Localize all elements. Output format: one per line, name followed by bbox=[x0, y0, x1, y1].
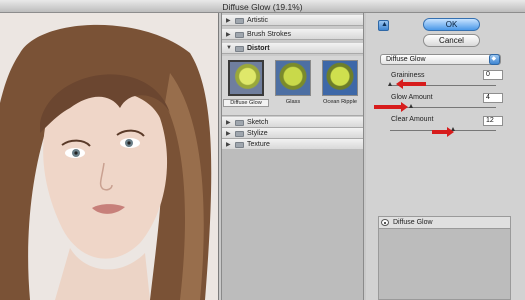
filter-gallery: ▶ Artistic ▶ Brush Strokes ▼ Distort Dif… bbox=[221, 13, 364, 300]
ok-button[interactable]: OK bbox=[423, 18, 480, 31]
clear-amount-input[interactable]: 12 bbox=[483, 116, 503, 126]
folder-icon bbox=[235, 131, 244, 137]
expand-triangle-icon: ▶ bbox=[226, 142, 231, 148]
effect-layer-row[interactable]: Diffuse Glow bbox=[379, 217, 510, 229]
expand-triangle-icon: ▶ bbox=[226, 120, 231, 126]
gallery-empty-area bbox=[222, 149, 363, 300]
title-bar: Diffuse Glow (19.1%) bbox=[0, 0, 525, 13]
eye-icon[interactable] bbox=[381, 219, 389, 226]
folder-icon bbox=[235, 18, 244, 24]
preview-image bbox=[0, 13, 218, 300]
thumbnail-label: Diffuse Glow bbox=[223, 99, 269, 107]
category-label: Distort bbox=[247, 44, 270, 52]
thumbnail-image bbox=[228, 60, 264, 96]
expand-triangle-icon: ▶ bbox=[226, 32, 231, 38]
annotation-arrow bbox=[374, 102, 408, 112]
thumbnail-label: Glass bbox=[285, 99, 301, 105]
annotation-arrow bbox=[396, 79, 426, 89]
graininess-label: Graininess bbox=[391, 72, 425, 79]
category-artistic[interactable]: ▶ Artistic bbox=[222, 15, 363, 26]
folder-icon bbox=[235, 120, 244, 126]
collapse-gallery-button[interactable]: ▲ bbox=[378, 20, 389, 31]
annotation-arrow bbox=[432, 127, 454, 137]
thumbnail-diffuse-glow[interactable]: Diffuse Glow bbox=[223, 60, 269, 114]
cancel-button[interactable]: Cancel bbox=[423, 34, 480, 47]
thumbnail-image bbox=[275, 60, 311, 96]
chevron-up-icon: ▲ bbox=[381, 21, 388, 28]
glow-amount-slider-knob[interactable] bbox=[408, 104, 413, 108]
category-sketch[interactable]: ▶ Sketch bbox=[222, 117, 363, 128]
graininess-input[interactable]: 0 bbox=[483, 70, 503, 80]
expand-triangle-icon: ▶ bbox=[226, 131, 231, 137]
preview-pane[interactable] bbox=[0, 13, 219, 300]
expand-triangle-icon: ▶ bbox=[226, 18, 231, 24]
glow-amount-input[interactable]: 4 bbox=[483, 93, 503, 103]
filter-select[interactable]: Diffuse Glow ◆ bbox=[380, 54, 501, 65]
folder-icon bbox=[235, 32, 244, 38]
category-distort[interactable]: ▼ Distort bbox=[222, 43, 363, 54]
category-label: Artistic bbox=[247, 16, 268, 24]
effect-layer-label: Diffuse Glow bbox=[393, 219, 433, 226]
thumbnail-image bbox=[322, 60, 358, 96]
glow-amount-label: Glow Amount bbox=[391, 94, 433, 101]
category-label: Sketch bbox=[247, 118, 269, 126]
distort-thumbnails: Diffuse Glow Glass Ocean Ripple bbox=[222, 56, 363, 116]
category-label: Brush Strokes bbox=[247, 30, 291, 38]
clear-amount-label: Clear Amount bbox=[391, 116, 434, 123]
effect-layers-panel: Diffuse Glow bbox=[378, 216, 511, 300]
folder-icon bbox=[235, 46, 244, 52]
category-label: Texture bbox=[247, 140, 270, 148]
category-stylize[interactable]: ▶ Stylize bbox=[222, 128, 363, 139]
filter-select-value: Diffuse Glow bbox=[386, 56, 426, 63]
collapse-triangle-icon: ▼ bbox=[226, 45, 232, 51]
thumbnail-glass[interactable]: Glass bbox=[272, 60, 314, 114]
category-label: Stylize bbox=[247, 129, 268, 137]
window-title: Diffuse Glow (19.1%) bbox=[222, 2, 303, 12]
graininess-slider-knob[interactable] bbox=[387, 82, 392, 86]
folder-icon bbox=[235, 142, 244, 148]
thumbnail-label: Ocean Ripple bbox=[323, 99, 357, 105]
settings-panel: ▲ OK Cancel Diffuse Glow ◆ Graininess 0 … bbox=[366, 13, 525, 300]
dropdown-arrow-icon: ◆ bbox=[489, 54, 500, 65]
thumbnail-ocean-ripple[interactable]: Ocean Ripple bbox=[319, 60, 361, 114]
category-brush-strokes[interactable]: ▶ Brush Strokes bbox=[222, 29, 363, 40]
